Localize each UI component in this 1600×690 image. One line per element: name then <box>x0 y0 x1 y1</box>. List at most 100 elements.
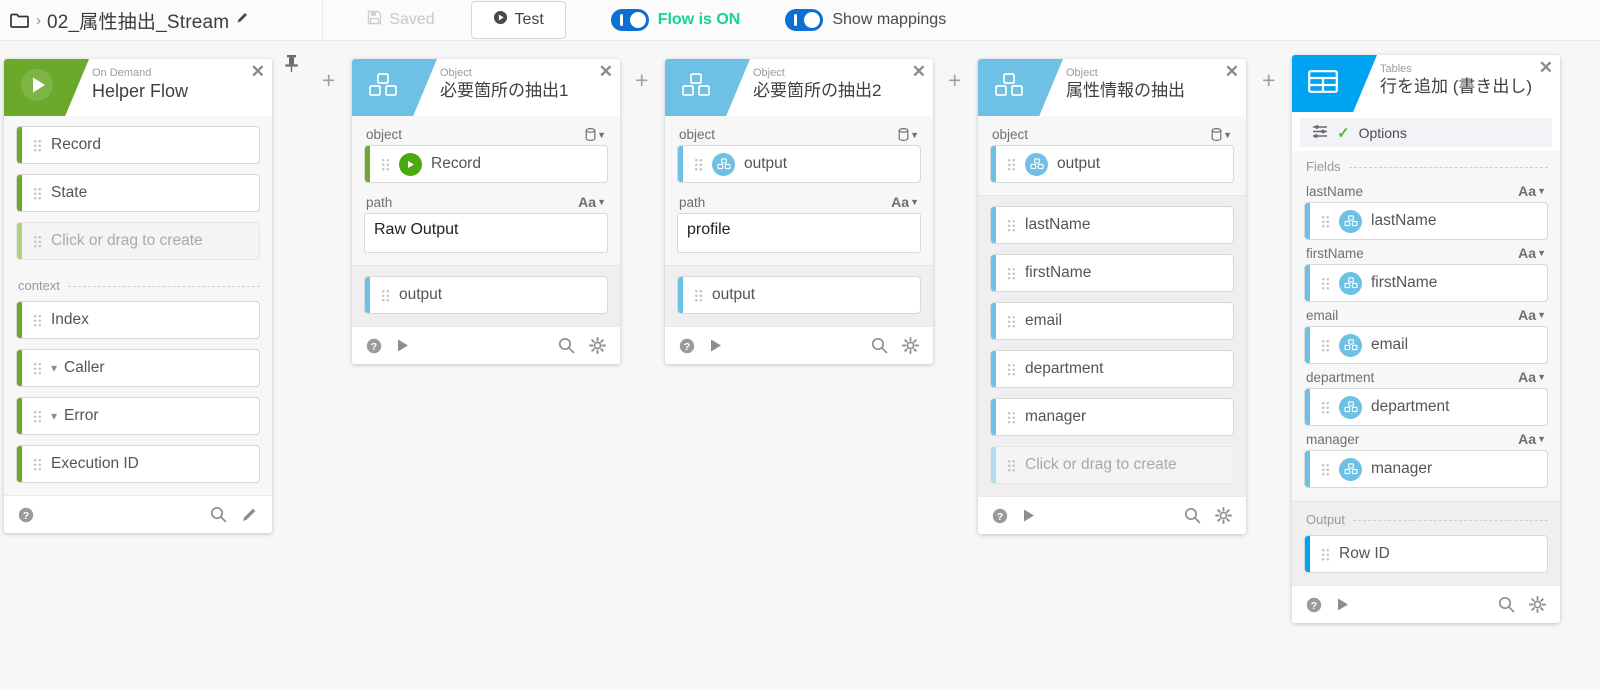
object-value-pill[interactable]: output <box>990 145 1234 183</box>
list-item[interactable]: State <box>16 174 260 212</box>
output-item[interactable]: manager <box>990 398 1234 436</box>
database-icon[interactable]: ▼ <box>585 128 606 141</box>
close-icon[interactable]: ✕ <box>912 63 926 80</box>
database-icon[interactable]: ▼ <box>1211 128 1232 141</box>
create-item-placeholder[interactable]: Click or drag to create <box>990 446 1234 484</box>
text-type-icon[interactable]: Aa▼ <box>1518 245 1546 261</box>
chevron-down-icon[interactable]: ▾ <box>51 361 57 375</box>
field-value-pill[interactable]: department <box>1304 388 1548 426</box>
drag-handle-icon[interactable] <box>694 158 703 171</box>
drag-handle-icon[interactable] <box>1007 315 1016 328</box>
add-node-button-4[interactable]: + <box>1262 69 1275 92</box>
text-type-icon[interactable]: Aa▼ <box>1518 183 1546 199</box>
show-mappings-toggle[interactable]: Show mappings <box>785 9 946 31</box>
gear-icon[interactable] <box>902 337 919 354</box>
close-icon[interactable]: ✕ <box>1225 63 1239 80</box>
add-node-button-1[interactable]: + <box>322 69 335 92</box>
card-object-extract-1[interactable]: Object 必要箇所の抽出1 ✕ object ▼ Record <box>352 59 620 364</box>
drag-handle-icon[interactable] <box>1007 411 1016 424</box>
database-icon[interactable]: ▼ <box>898 128 919 141</box>
close-icon[interactable]: ✕ <box>251 63 265 80</box>
drag-handle-icon[interactable] <box>694 289 703 302</box>
pin-icon[interactable] <box>283 54 300 78</box>
help-icon[interactable]: ? <box>1306 597 1322 613</box>
play-icon[interactable] <box>396 338 410 353</box>
test-button[interactable]: Test <box>471 1 566 39</box>
play-icon[interactable] <box>1336 597 1350 612</box>
drag-handle-icon[interactable] <box>33 458 42 471</box>
field-value-pill[interactable]: firstName <box>1304 264 1548 302</box>
gear-icon[interactable] <box>589 337 606 354</box>
add-node-button-3[interactable]: + <box>948 69 961 92</box>
close-icon[interactable]: ✕ <box>1539 59 1553 76</box>
object-value-pill[interactable]: output <box>677 145 921 183</box>
output-item[interactable]: Row ID <box>1304 535 1548 573</box>
text-type-icon[interactable]: Aa▼ <box>578 194 606 210</box>
gear-icon[interactable] <box>1529 596 1546 613</box>
output-item[interactable]: firstName <box>990 254 1234 292</box>
card-tables-add-row[interactable]: Tables 行を追加 (書き出し) ✕ ✓ Options Fields la <box>1292 55 1560 623</box>
output-item[interactable]: lastName <box>990 206 1234 244</box>
object-value-pill[interactable]: Record <box>364 145 608 183</box>
drag-handle-icon[interactable] <box>1321 401 1330 414</box>
drag-handle-icon[interactable] <box>33 139 42 152</box>
card-helper-flow[interactable]: On Demand Helper Flow ✕ Record State Cli… <box>4 59 272 533</box>
chevron-down-icon[interactable]: ▾ <box>51 409 57 423</box>
output-item[interactable]: email <box>990 302 1234 340</box>
drag-handle-icon[interactable] <box>33 235 42 248</box>
search-icon[interactable] <box>1184 507 1201 524</box>
drag-handle-icon[interactable] <box>1321 277 1330 290</box>
search-icon[interactable] <box>210 506 227 523</box>
search-icon[interactable] <box>1498 596 1515 613</box>
text-type-icon[interactable]: Aa▼ <box>1518 369 1546 385</box>
flow-on-toggle[interactable]: Flow is ON <box>611 9 741 31</box>
list-item[interactable]: ▾ Error <box>16 397 260 435</box>
output-item[interactable]: output <box>364 276 608 314</box>
drag-handle-icon[interactable] <box>1007 459 1016 472</box>
help-icon[interactable]: ? <box>992 508 1008 524</box>
search-icon[interactable] <box>558 337 575 354</box>
drag-handle-icon[interactable] <box>1321 463 1330 476</box>
text-type-icon[interactable]: Aa▼ <box>1518 431 1546 447</box>
play-icon[interactable] <box>709 338 723 353</box>
list-item[interactable]: Record <box>16 126 260 164</box>
text-type-icon[interactable]: Aa▼ <box>891 194 919 210</box>
drag-handle-icon[interactable] <box>1007 363 1016 376</box>
toggle-switch-mappings[interactable] <box>785 9 823 31</box>
search-icon[interactable] <box>871 337 888 354</box>
drag-handle-icon[interactable] <box>381 158 390 171</box>
drag-handle-icon[interactable] <box>33 187 42 200</box>
drag-handle-icon[interactable] <box>1321 339 1330 352</box>
drag-handle-icon[interactable] <box>33 362 42 375</box>
list-item[interactable]: Index <box>16 301 260 339</box>
help-icon[interactable]: ? <box>366 338 382 354</box>
card-object-extract-2[interactable]: Object 必要箇所の抽出2 ✕ object ▼ output <box>665 59 933 364</box>
toggle-switch-on[interactable] <box>611 9 649 31</box>
folder-icon[interactable] <box>10 12 30 29</box>
drag-handle-icon[interactable] <box>1007 267 1016 280</box>
gear-icon[interactable] <box>1215 507 1232 524</box>
field-value-pill[interactable]: lastName <box>1304 202 1548 240</box>
path-input[interactable] <box>677 213 921 253</box>
create-item-placeholder[interactable]: Click or drag to create <box>16 222 260 260</box>
text-type-icon[interactable]: Aa▼ <box>1518 307 1546 323</box>
field-value-pill[interactable]: manager <box>1304 450 1548 488</box>
add-node-button-2[interactable]: + <box>635 69 648 92</box>
list-item[interactable]: ▾ Caller <box>16 349 260 387</box>
help-icon[interactable]: ? <box>18 507 34 523</box>
path-input[interactable] <box>364 213 608 253</box>
drag-handle-icon[interactable] <box>1321 215 1330 228</box>
close-icon[interactable]: ✕ <box>599 63 613 80</box>
flow-name[interactable]: 02_属性抽出_Stream <box>47 7 229 34</box>
pencil-icon[interactable] <box>241 506 258 523</box>
field-value-pill[interactable]: email <box>1304 326 1548 364</box>
card-attribute-extract[interactable]: Object 属性情報の抽出 ✕ object ▼ output <box>978 59 1246 534</box>
help-icon[interactable]: ? <box>679 338 695 354</box>
drag-handle-icon[interactable] <box>1007 158 1016 171</box>
drag-handle-icon[interactable] <box>33 410 42 423</box>
options-row[interactable]: ✓ Options <box>1300 118 1552 147</box>
output-item[interactable]: department <box>990 350 1234 388</box>
drag-handle-icon[interactable] <box>33 314 42 327</box>
play-icon[interactable] <box>1022 508 1036 523</box>
output-item[interactable]: output <box>677 276 921 314</box>
